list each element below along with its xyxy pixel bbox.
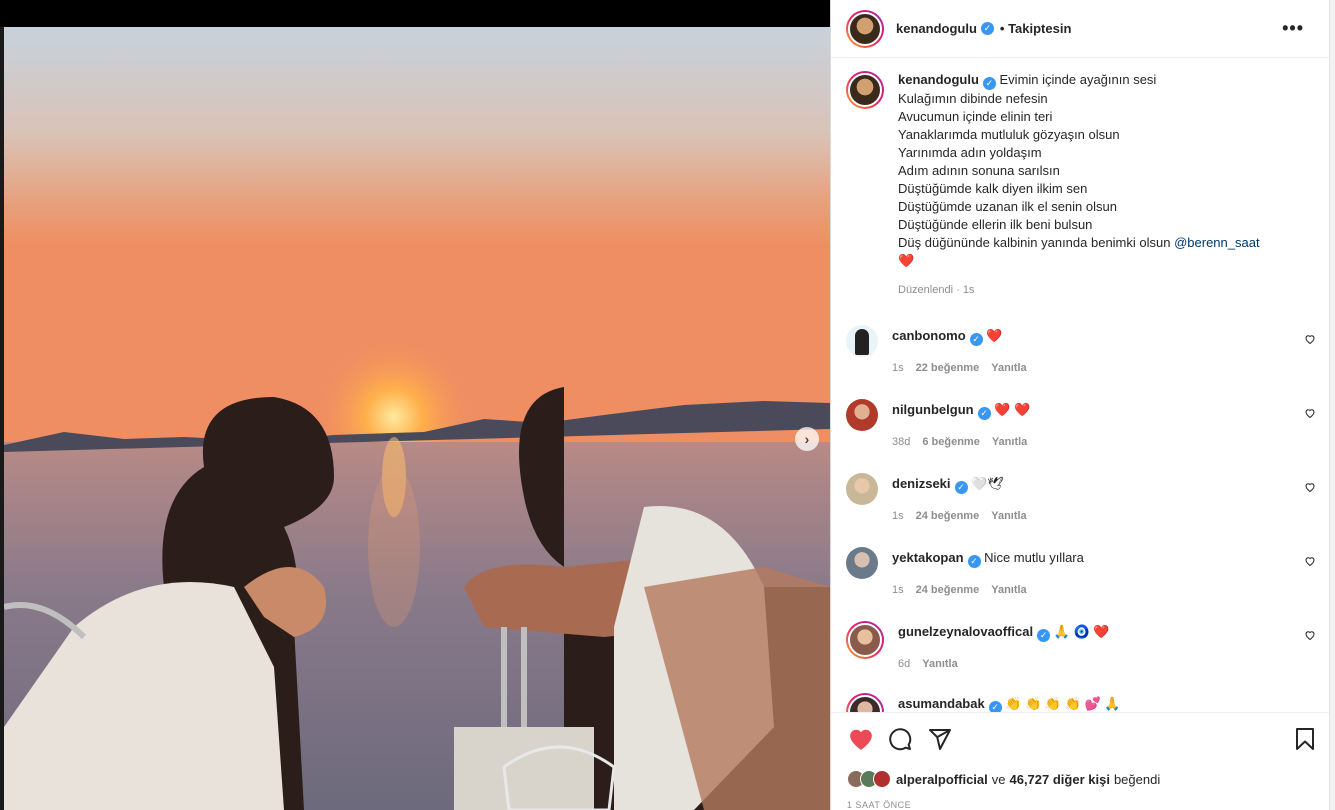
- post-side-panel: kenandogulu ✓ • Takiptesin ••• kenandogu…: [830, 0, 1335, 810]
- comment-icon[interactable]: [888, 727, 912, 751]
- follow-status[interactable]: • Takiptesin: [1000, 21, 1072, 36]
- like-comment-heart-icon[interactable]: [1304, 555, 1316, 567]
- like-comment-heart-icon[interactable]: [1304, 629, 1316, 641]
- comment-item: gunelzeynalovaoffical ✓ 🙏 🧿 ❤️ 6d Yanıtla: [846, 621, 1316, 670]
- comment-text: ❤️: [986, 328, 1003, 343]
- save-bookmark-icon[interactable]: [1294, 727, 1316, 751]
- top-black-bar: [0, 0, 830, 27]
- comment-item: yektakopan ✓ Nice mutlu yıllara 1s 24 beğe…: [846, 547, 1316, 596]
- commenter-username[interactable]: denizseki: [892, 476, 951, 491]
- caption-line: Düştüğünde ellerin ilk beni bulsun: [898, 217, 1093, 232]
- commenter-avatar[interactable]: [846, 693, 884, 712]
- reply-button[interactable]: Yanıtla: [922, 658, 957, 670]
- comments-scroll-area[interactable]: kenandogulu ✓ Evimin içinde ayağının sesi…: [831, 59, 1330, 712]
- caption-line: Yarınımda adın yoldaşım: [898, 145, 1042, 160]
- verified-icon: ✓: [980, 22, 994, 35]
- comment-time: 1s: [892, 510, 904, 522]
- commenter-avatar[interactable]: [846, 621, 884, 659]
- caption-mention-link[interactable]: @berenn_saat: [1174, 235, 1259, 250]
- more-options-icon[interactable]: •••: [1282, 18, 1304, 39]
- liked-by-suffix: beğendi: [1113, 771, 1161, 787]
- reply-button[interactable]: Yanıtla: [992, 436, 1027, 448]
- commenter-username[interactable]: asumandabak: [898, 696, 985, 711]
- comment-time: 1s: [892, 362, 904, 374]
- reply-button[interactable]: Yanıtla: [991, 584, 1026, 596]
- commenter-username[interactable]: gunelzeynalovaoffical: [898, 624, 1033, 639]
- reply-button[interactable]: Yanıtla: [991, 362, 1026, 374]
- comment-text: Nice mutlu yıllara: [984, 550, 1084, 565]
- comment-item: canbonomo ✓ ❤️ 1s 22 beğenme Yanıtla: [846, 325, 1316, 374]
- next-photo-button[interactable]: ›: [795, 427, 819, 451]
- caption-author-username[interactable]: kenandogulu: [898, 72, 979, 87]
- commenter-avatar[interactable]: [846, 325, 878, 357]
- caption-line: Kulağımın dibinde nefesin: [898, 91, 1048, 106]
- follow-status-label: Takiptesin: [1008, 21, 1072, 36]
- commenter-avatar[interactable]: [846, 547, 878, 579]
- liked-by-username[interactable]: alperalpofficial: [896, 772, 988, 787]
- comment-time: 6d: [898, 658, 911, 670]
- caption-line: Düştüğümde uzanan ilk el senin olsun: [898, 199, 1117, 214]
- like-heart-icon[interactable]: [848, 727, 874, 751]
- caption-author-avatar[interactable]: [846, 71, 884, 109]
- verified-icon: ✓: [967, 555, 981, 568]
- comment-likes-count[interactable]: 6 beğenme: [922, 436, 979, 448]
- comment-item: asumandabak ✓ 👏 👏 👏 👏 💕 🙏: [846, 693, 1316, 712]
- comment-likes-count[interactable]: 24 beğenme: [916, 584, 980, 596]
- caption-line: Düş düğününde kalbinin yanında benimki o…: [898, 235, 1171, 250]
- verified-icon: ✓: [954, 481, 968, 494]
- comment-text: ❤️ ❤️: [994, 402, 1031, 417]
- liked-by-count[interactable]: 46,727 diğer kişi: [1009, 772, 1109, 787]
- post-photo[interactable]: [4, 27, 830, 810]
- author-username[interactable]: kenandogulu: [896, 21, 977, 36]
- comment-time: 1s: [892, 584, 904, 596]
- like-comment-heart-icon[interactable]: [1304, 333, 1316, 345]
- commenter-username[interactable]: nilgunbelgun: [892, 402, 974, 417]
- share-paper-plane-icon[interactable]: [928, 727, 952, 751]
- liked-by-summary[interactable]: alperalpofficial ve 46,727 diğer kişi be…: [847, 770, 1160, 788]
- reply-button[interactable]: Yanıtla: [991, 510, 1026, 522]
- author-avatar[interactable]: [846, 9, 884, 48]
- scrollbar-track[interactable]: [1329, 0, 1335, 810]
- comment-likes-count[interactable]: 22 beğenme: [916, 362, 980, 374]
- caption-line: Evimin içinde ayağının sesi: [999, 72, 1157, 87]
- post-caption: kenandogulu ✓ Evimin içinde ayağının sesi…: [846, 71, 1316, 299]
- caption-heart-emoji: ❤️: [898, 253, 915, 268]
- verified-icon: ✓: [1037, 629, 1051, 642]
- like-comment-heart-icon[interactable]: [1304, 481, 1316, 493]
- commenter-avatar[interactable]: [846, 399, 878, 431]
- caption-meta: Düzenlendi · 1s: [898, 284, 975, 296]
- caption-line: Avucumun içinde elinin teri: [898, 109, 1053, 124]
- caption-line: Düştüğümde kalk diyen ilkim sen: [898, 181, 1088, 196]
- post-timestamp[interactable]: 1 SAAT ÖNCE: [847, 800, 911, 810]
- liked-by-connector: ve: [991, 771, 1006, 787]
- post-header: kenandogulu ✓ • Takiptesin •••: [831, 0, 1330, 58]
- commenter-avatar[interactable]: [846, 473, 878, 505]
- verified-icon: ✓: [988, 701, 1002, 712]
- post-actions-bar: alperalpofficial ve 46,727 diğer kişi be…: [831, 712, 1330, 810]
- comment-time: 38d: [892, 436, 911, 448]
- caption-line: Adım adının sonuna sarılsın: [898, 163, 1060, 178]
- comment-text: 🤍🕊: [971, 476, 1004, 491]
- commenter-username[interactable]: canbonomo: [892, 328, 966, 343]
- verified-icon: ✓: [969, 333, 983, 346]
- like-comment-heart-icon[interactable]: [1304, 407, 1316, 419]
- comment-item: denizseki ✓ 🤍🕊 1s 24 beğenme Yanıtla: [846, 473, 1316, 522]
- verified-icon: ✓: [977, 407, 991, 420]
- commenter-username[interactable]: yektakopan: [892, 550, 964, 565]
- caption-line: Yanaklarımda mutluluk gözyaşın olsun: [898, 127, 1120, 142]
- comment-text: 👏 👏 👏 👏 💕 🙏: [1005, 696, 1121, 711]
- liked-by-avatars: [847, 770, 891, 788]
- comment-likes-count[interactable]: 24 beğenme: [916, 510, 980, 522]
- comment-text: 🙏 🧿 ❤️: [1053, 624, 1110, 639]
- verified-icon: ✓: [982, 77, 996, 90]
- comment-item: nilgunbelgun ✓ ❤️ ❤️ 38d 6 beğenme Yanıtla: [846, 399, 1316, 448]
